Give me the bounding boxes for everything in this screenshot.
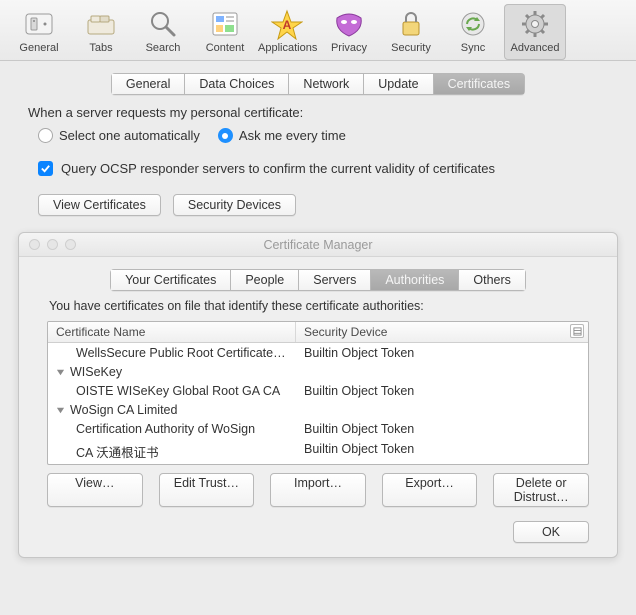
- window-controls: [29, 239, 76, 250]
- tabs-icon: [85, 8, 117, 40]
- security-devices-button[interactable]: Security Devices: [173, 194, 296, 216]
- switch-icon: [23, 8, 55, 40]
- table-group-row[interactable]: WISeKey: [48, 363, 588, 381]
- radio-icon: [218, 128, 233, 143]
- toolbar-security[interactable]: Security: [380, 4, 442, 60]
- toolbar-tabs[interactable]: Tabs: [70, 4, 132, 60]
- gear-icon: [519, 8, 551, 40]
- export-button[interactable]: Export…: [382, 473, 478, 507]
- authorities-description: You have certificates on file that ident…: [49, 299, 589, 313]
- group-name: WISeKey: [70, 365, 122, 379]
- table-body: WellsSecure Public Root Certificate … Bu…: [48, 343, 588, 464]
- minimize-icon[interactable]: [47, 239, 58, 250]
- sheet-title: Certificate Manager: [19, 238, 617, 252]
- advanced-tab-certificates[interactable]: Certificates: [433, 73, 526, 95]
- lock-icon: [395, 8, 427, 40]
- disclosure-triangle-icon[interactable]: [54, 366, 66, 378]
- table-row[interactable]: WellsSecure Public Root Certificate … Bu…: [48, 343, 588, 363]
- cert-manager-tabbar: Your Certificates People Servers Authori…: [47, 269, 589, 291]
- cert-device: Builtin Object Token: [296, 383, 588, 399]
- table-row[interactable]: Certification Authority of WoSign Builti…: [48, 419, 588, 439]
- column-picker-icon[interactable]: [570, 324, 584, 338]
- authorities-table: Certificate Name Security Device WellsSe…: [47, 321, 589, 465]
- toolbar-label: Tabs: [72, 42, 130, 54]
- cert-name: Certification Authority of WoSign: [48, 421, 296, 437]
- toolbar-label: Sync: [444, 42, 502, 54]
- magnifier-icon: [147, 8, 179, 40]
- authorities-actions: View… Edit Trust… Import… Export… Delete…: [47, 473, 589, 507]
- cert-name: OISTE WISeKey Global Root GA CA: [48, 383, 296, 399]
- sheet-titlebar: Certificate Manager: [19, 233, 617, 257]
- advanced-tab-general[interactable]: General: [111, 73, 184, 95]
- advanced-tab-network[interactable]: Network: [288, 73, 363, 95]
- advanced-tab-data-choices[interactable]: Data Choices: [184, 73, 288, 95]
- table-group-row[interactable]: WoSign CA Limited: [48, 401, 588, 419]
- svg-text:A: A: [283, 18, 292, 32]
- group-name: WoSign CA Limited: [70, 403, 177, 417]
- cert-name: WellsSecure Public Root Certificate …: [48, 345, 296, 361]
- toolbar-general[interactable]: General: [8, 4, 70, 60]
- view-button[interactable]: View…: [47, 473, 143, 507]
- personal-cert-heading: When a server requests my personal certi…: [28, 105, 612, 120]
- col-security-device[interactable]: Security Device: [296, 322, 588, 342]
- ok-button[interactable]: OK: [513, 521, 589, 543]
- table-row[interactable]: CA 沃通根证书 Builtin Object Token: [48, 439, 588, 464]
- cm-tab-others[interactable]: Others: [458, 269, 526, 291]
- certificate-manager-window: Certificate Manager Your Certificates Pe…: [18, 232, 618, 558]
- radio-label: Select one automatically: [59, 128, 200, 143]
- toolbar-label: General: [10, 42, 68, 54]
- toolbar-applications[interactable]: A Applications: [256, 4, 318, 60]
- col-certificate-name[interactable]: Certificate Name: [48, 322, 296, 342]
- advanced-tab-update[interactable]: Update: [363, 73, 432, 95]
- advanced-tabbar: General Data Choices Network Update Cert…: [0, 73, 636, 95]
- radio-ask-every-time[interactable]: Ask me every time: [218, 128, 346, 143]
- toolbar-label: Advanced: [506, 42, 564, 54]
- toolbar-search[interactable]: Search: [132, 4, 194, 60]
- toolbar-sync[interactable]: Sync: [442, 4, 504, 60]
- cert-device: Builtin Object Token: [296, 421, 588, 437]
- toolbar-label: Applications: [258, 42, 316, 54]
- certificates-panel: When a server requests my personal certi…: [0, 105, 636, 216]
- ocsp-label: Query OCSP responder servers to confirm …: [61, 161, 495, 176]
- sync-icon: [457, 8, 489, 40]
- ocsp-checkbox[interactable]: Query OCSP responder servers to confirm …: [38, 161, 612, 176]
- close-icon[interactable]: [29, 239, 40, 250]
- cm-tab-people[interactable]: People: [230, 269, 298, 291]
- toolbar-advanced[interactable]: Advanced: [504, 4, 566, 60]
- table-header: Certificate Name Security Device: [48, 322, 588, 343]
- cert-device: Builtin Object Token: [296, 345, 588, 361]
- toolbar-content[interactable]: Content: [194, 4, 256, 60]
- applications-icon: A: [271, 8, 303, 40]
- cm-tab-authorities[interactable]: Authorities: [370, 269, 458, 291]
- zoom-icon[interactable]: [65, 239, 76, 250]
- radio-label: Ask me every time: [239, 128, 346, 143]
- toolbar-label: Security: [382, 42, 440, 54]
- disclosure-triangle-icon[interactable]: [54, 404, 66, 416]
- view-certificates-button[interactable]: View Certificates: [38, 194, 161, 216]
- cm-tab-servers[interactable]: Servers: [298, 269, 370, 291]
- toolbar-label: Content: [196, 42, 254, 54]
- cm-tab-your-certificates[interactable]: Your Certificates: [110, 269, 230, 291]
- checkbox-icon: [38, 161, 53, 176]
- toolbar-privacy[interactable]: Privacy: [318, 4, 380, 60]
- cert-name: CA 沃通根证书: [48, 441, 296, 462]
- edit-trust-button[interactable]: Edit Trust…: [159, 473, 255, 507]
- content-icon: [209, 8, 241, 40]
- cert-device: Builtin Object Token: [296, 441, 588, 462]
- mask-icon: [333, 8, 365, 40]
- toolbar-label: Privacy: [320, 42, 378, 54]
- table-row[interactable]: OISTE WISeKey Global Root GA CA Builtin …: [48, 381, 588, 401]
- import-button[interactable]: Import…: [270, 473, 366, 507]
- preferences-toolbar: General Tabs Search Content A Applicatio…: [0, 0, 636, 61]
- delete-distrust-button[interactable]: Delete or Distrust…: [493, 473, 589, 507]
- radio-icon: [38, 128, 53, 143]
- toolbar-label: Search: [134, 42, 192, 54]
- radio-select-automatically[interactable]: Select one automatically: [38, 128, 200, 143]
